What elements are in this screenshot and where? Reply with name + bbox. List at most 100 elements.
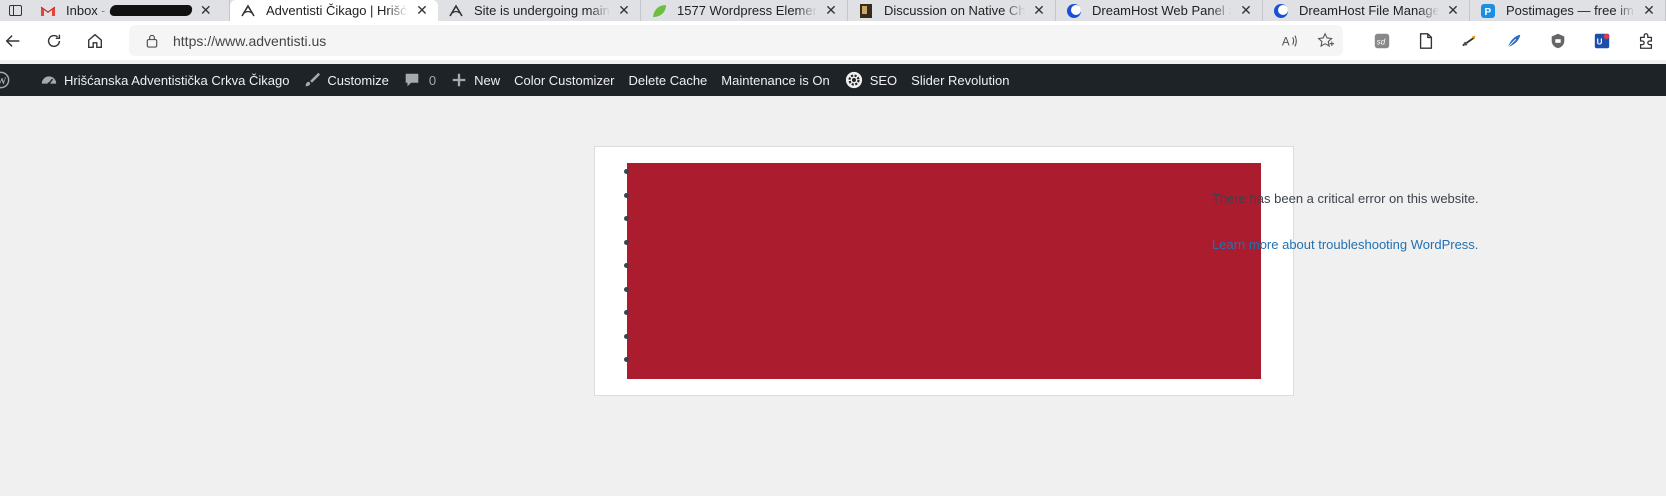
close-tab-icon[interactable]: ✕ bbox=[1031, 2, 1047, 19]
back-button[interactable] bbox=[0, 21, 33, 60]
extension-sd-button[interactable]: sd bbox=[1360, 21, 1404, 60]
comments-link[interactable]: 0 bbox=[396, 64, 443, 96]
browser-tab[interactable]: DreamHost Web Panel > U ✕ bbox=[1056, 0, 1263, 21]
troubleshooting-link[interactable]: Learn more about troubleshooting WordPre… bbox=[1212, 237, 1478, 252]
color-customizer-label: Color Customizer bbox=[514, 72, 615, 88]
slider-revolution-link[interactable]: Slider Revolution bbox=[904, 64, 1016, 96]
browser-tab[interactable]: Discussion on Native Chur ✕ bbox=[848, 0, 1056, 21]
close-tab-icon[interactable]: ✕ bbox=[823, 2, 839, 19]
site-name-link[interactable]: Hrišćanska Adventistička Crkva Čikago bbox=[33, 64, 296, 96]
tab-title: DreamHost Web Panel > U bbox=[1092, 3, 1232, 18]
tab-list: Inbox - ✕ Adventisti Čikago | Hrišćan ✕ Sit… bbox=[30, 0, 1666, 21]
dreamhost-icon bbox=[1273, 3, 1289, 19]
sd-extension-icon: sd bbox=[1374, 33, 1390, 48]
page-icon bbox=[1419, 32, 1433, 49]
close-tab-icon[interactable]: ✕ bbox=[1641, 2, 1657, 19]
close-tab-icon[interactable]: ✕ bbox=[616, 2, 632, 19]
list-bullet bbox=[624, 357, 629, 362]
browser-tab[interactable]: Adventisti Čikago | Hrišćan ✕ bbox=[230, 0, 438, 21]
feather-icon bbox=[1507, 34, 1521, 48]
extensions-button[interactable] bbox=[1624, 21, 1666, 60]
address-bar[interactable]: https://www.adventisti.us A bbox=[129, 25, 1343, 56]
extension-page-button[interactable] bbox=[1404, 21, 1448, 60]
critical-error-message: There has been a critical error on this … bbox=[1212, 191, 1479, 206]
wordpress-logo-icon: W bbox=[0, 71, 10, 89]
list-bullet bbox=[624, 216, 629, 221]
list-bullet bbox=[624, 169, 629, 174]
extension-feather-button[interactable] bbox=[1492, 21, 1536, 60]
extensions-row: sd U bbox=[1360, 21, 1666, 60]
back-arrow-icon bbox=[5, 34, 19, 47]
tab-actions-icon bbox=[8, 5, 22, 16]
plus-icon bbox=[450, 71, 468, 89]
browser-tab[interactable]: Site is undergoing mainten ✕ bbox=[438, 0, 641, 21]
adventist-icon bbox=[240, 3, 256, 19]
wp-logo-button[interactable]: W bbox=[0, 64, 23, 96]
ud-extension-icon: U bbox=[1594, 33, 1610, 48]
delete-cache-link[interactable]: Delete Cache bbox=[622, 64, 715, 96]
new-label: New bbox=[474, 72, 501, 88]
reload-icon bbox=[47, 34, 60, 47]
close-tab-icon[interactable]: ✕ bbox=[1238, 2, 1254, 19]
tab-title: 1577 Wordpress Elemento bbox=[677, 3, 817, 18]
browser-tab[interactable]: P Postimages — free image ✕ bbox=[1470, 0, 1666, 21]
new-content-link[interactable]: New bbox=[443, 64, 507, 96]
close-tab-icon[interactable]: ✕ bbox=[1445, 2, 1461, 19]
svg-text:W: W bbox=[0, 76, 7, 87]
seo-label: SEO bbox=[869, 72, 898, 88]
list-bullet bbox=[624, 333, 629, 339]
close-tab-icon[interactable]: ✕ bbox=[198, 2, 214, 19]
list-bullet bbox=[624, 286, 629, 292]
redaction-mark bbox=[108, 5, 193, 16]
extension-wand-button[interactable] bbox=[1448, 21, 1492, 60]
adventist-icon bbox=[448, 3, 464, 19]
tab-title: DreamHost File Manager bbox=[1299, 3, 1439, 18]
extension-shield-button[interactable] bbox=[1536, 21, 1580, 60]
puzzle-icon bbox=[1639, 32, 1653, 49]
delete-cache-label: Delete Cache bbox=[628, 72, 708, 88]
home-button[interactable] bbox=[74, 21, 115, 60]
comments-count: 0 bbox=[428, 72, 437, 88]
browser-tab[interactable]: 1577 Wordpress Elemento ✕ bbox=[641, 0, 848, 21]
svg-text:P: P bbox=[1485, 7, 1492, 18]
read-aloud-icon[interactable]: A bbox=[1281, 32, 1299, 50]
lock-icon[interactable] bbox=[145, 33, 159, 48]
seo-link[interactable]: SEO bbox=[837, 64, 904, 96]
list-bullet bbox=[624, 310, 629, 315]
wp-admin-bar: W Hrišćanska Adventistička Crkva Čikago … bbox=[0, 64, 1666, 96]
leaf-icon bbox=[651, 3, 667, 19]
tab-title: Discussion on Native Chur bbox=[884, 3, 1025, 18]
customize-label: Customize bbox=[327, 72, 389, 88]
book-icon bbox=[858, 3, 874, 19]
list-bullet bbox=[624, 192, 629, 198]
postimages-icon: P bbox=[1480, 3, 1496, 19]
red-banner-block bbox=[627, 163, 1261, 379]
favorite-star-icon[interactable] bbox=[1317, 32, 1335, 50]
url-text[interactable]: https://www.adventisti.us bbox=[173, 33, 326, 49]
tab-title: Postimages — free image bbox=[1506, 3, 1635, 18]
seo-gear-icon bbox=[844, 70, 864, 90]
reload-button[interactable] bbox=[33, 21, 74, 60]
paintbrush-icon bbox=[303, 71, 321, 89]
tab-strip: Inbox - ✕ Adventisti Čikago | Hrišćan ✕ Sit… bbox=[0, 0, 1666, 21]
wand-icon bbox=[1462, 35, 1476, 46]
svg-text:A: A bbox=[1282, 35, 1290, 48]
svg-text:sd: sd bbox=[1377, 37, 1386, 46]
browser-tab[interactable]: DreamHost File Manager ✕ bbox=[1263, 0, 1470, 21]
tab-title: Adventisti Čikago | Hrišćan bbox=[266, 3, 408, 18]
customize-link[interactable]: Customize bbox=[296, 64, 395, 96]
list-bullet bbox=[624, 239, 629, 245]
extension-ud-button[interactable]: U bbox=[1580, 21, 1624, 60]
tab-actions-button[interactable] bbox=[0, 0, 30, 21]
slider-revolution-label: Slider Revolution bbox=[911, 72, 1010, 88]
home-icon bbox=[87, 33, 102, 48]
list-bullet bbox=[624, 263, 629, 268]
browser-tab[interactable]: Inbox - ✕ bbox=[30, 0, 230, 21]
shield-icon bbox=[1551, 33, 1565, 48]
color-customizer-link[interactable]: Color Customizer bbox=[507, 64, 621, 96]
site-name-label: Hrišćanska Adventistička Crkva Čikago bbox=[64, 72, 290, 88]
maintenance-link[interactable]: Maintenance is On bbox=[714, 64, 836, 96]
close-tab-icon[interactable]: ✕ bbox=[414, 2, 430, 19]
tab-title: Site is undergoing mainten bbox=[474, 3, 610, 18]
maintenance-label: Maintenance is On bbox=[721, 72, 830, 88]
